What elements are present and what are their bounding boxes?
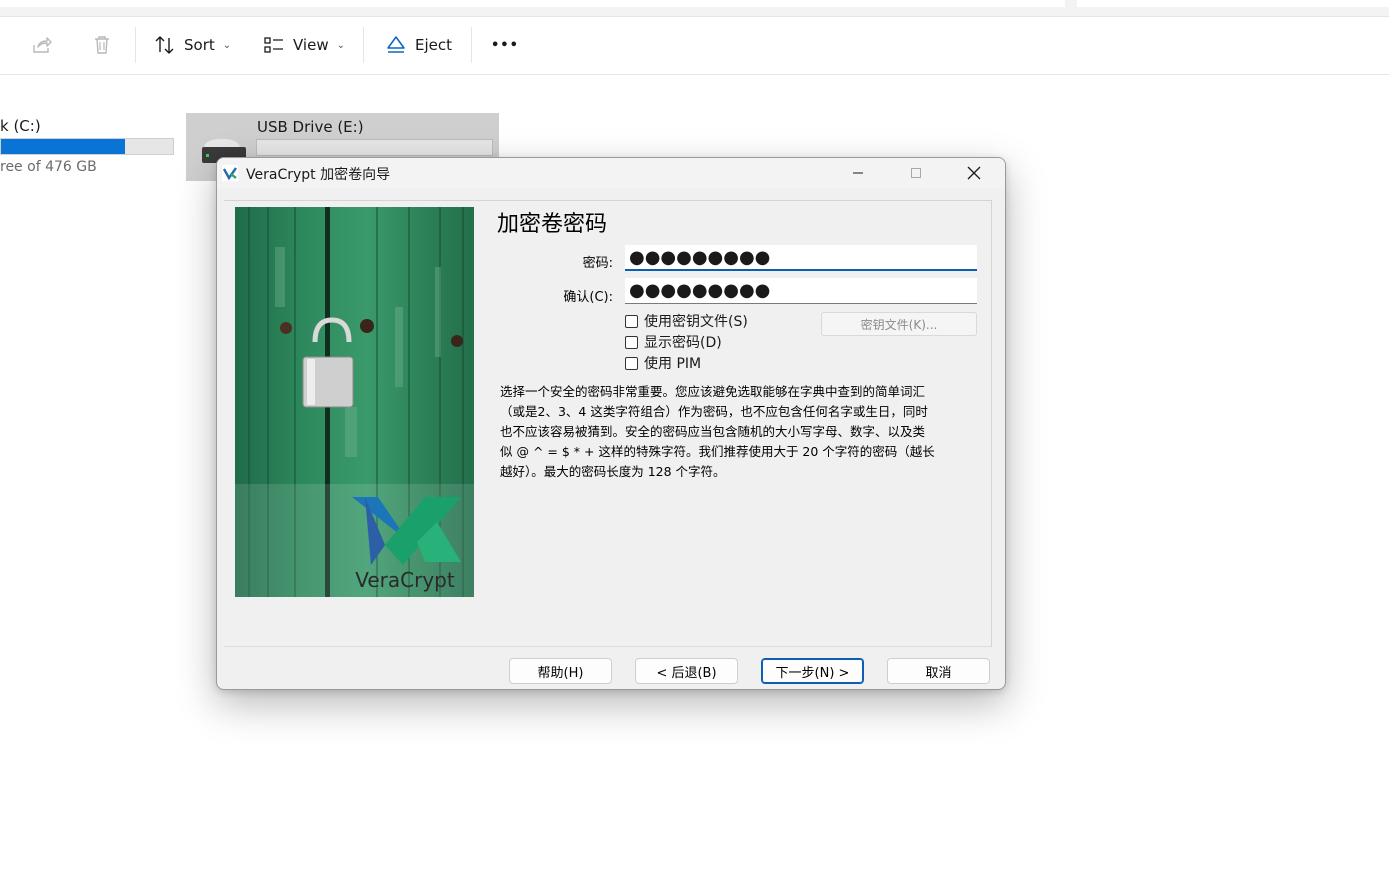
usb-drive-name: USB Drive (E:) xyxy=(257,118,364,136)
wizard-side-image: VeraCrypt xyxy=(235,207,474,597)
wizard-heading: 加密卷密码 xyxy=(497,212,608,237)
toolbar-separator xyxy=(363,27,364,63)
sort-label: Sort xyxy=(184,36,215,54)
guidance-line: （或是2、3、4 这类字符组合）作为密码，也不应包含任何名字或生日，同时 xyxy=(500,404,928,419)
guidance-line: 似 @ ^ = $ * + 这样的特殊字符。我们推荐使用大于 20 个字符的密码… xyxy=(500,444,935,459)
dialog-titlebar[interactable]: VeraCrypt 加密卷向导 xyxy=(217,158,1005,188)
view-button[interactable]: View ⌄ xyxy=(263,29,345,61)
password-value: ●●●●●●●●● xyxy=(629,246,771,268)
close-button[interactable] xyxy=(945,158,1003,188)
veracrypt-logo-icon xyxy=(222,165,238,181)
maximize-icon xyxy=(911,168,921,178)
eject-button[interactable]: Eject xyxy=(385,29,452,61)
drive-c-usage-fill xyxy=(1,139,125,154)
guidance-line: 选择一个安全的密码非常重要。您应该避免选取能够在字典中查到的简单词汇 xyxy=(500,384,926,399)
chevron-down-icon: ⌄ xyxy=(222,39,232,51)
view-label: View xyxy=(293,36,329,54)
help-button[interactable]: 帮助(H) xyxy=(509,658,612,684)
footer-separator xyxy=(224,646,991,647)
address-bar[interactable] xyxy=(0,0,1065,7)
confirm-password-label: 确认(C): xyxy=(563,290,613,305)
dialog-title: VeraCrypt 加密卷向导 xyxy=(246,167,391,183)
usb-drive-usage-bar xyxy=(256,139,493,156)
trash-icon[interactable] xyxy=(90,33,114,57)
minimize-icon xyxy=(853,172,863,174)
use-keyfiles-label: 使用密钥文件(S) xyxy=(644,314,748,330)
veracrypt-brand-text: VeraCrypt xyxy=(355,568,455,592)
toolbar-separator xyxy=(135,27,136,63)
toolbar-separator xyxy=(471,27,472,63)
command-bar: Sort ⌄ View ⌄ Eject ••• xyxy=(0,17,1389,75)
close-icon xyxy=(967,166,981,180)
checkbox-box[interactable] xyxy=(625,314,638,328)
show-password-label: 显示密码(D) xyxy=(644,335,722,351)
use-keyfiles-checkbox[interactable]: 使用密钥文件(S) xyxy=(625,311,748,331)
password-field[interactable]: ●●●●●●●●● xyxy=(625,245,977,271)
confirm-password-field[interactable]: ●●●●●●●●● xyxy=(625,278,977,304)
search-box[interactable] xyxy=(1077,0,1389,7)
maximize-button[interactable] xyxy=(887,158,945,188)
more-icon: ••• xyxy=(491,37,519,53)
drive-c-name[interactable]: k (C:) xyxy=(0,117,41,135)
sort-button[interactable]: Sort ⌄ xyxy=(154,29,231,61)
next-button[interactable]: 下一步(N) > xyxy=(761,658,864,684)
minimize-button[interactable] xyxy=(829,158,887,188)
keyfiles-button[interactable]: 密钥文件(K)... xyxy=(821,312,977,336)
use-pim-label: 使用 PIM xyxy=(644,356,702,372)
address-bar-strip xyxy=(0,0,1389,17)
sort-icon xyxy=(155,36,174,54)
password-label: 密码: xyxy=(582,256,613,271)
guidance-line: 也不应该容易被猜到。安全的密码应当包含随机的大小写字母、数字、以及类 xyxy=(500,424,926,439)
eject-label: Eject xyxy=(415,36,453,54)
back-button[interactable]: < 后退(B) xyxy=(635,658,738,684)
eject-icon xyxy=(387,36,405,53)
chevron-down-icon: ⌄ xyxy=(336,39,345,51)
guidance-line: 越好）。最大的密码长度为 128 个字符。 xyxy=(500,464,726,479)
show-password-checkbox[interactable]: 显示密码(D) xyxy=(625,332,722,352)
drive-c-usage-bar xyxy=(0,138,174,155)
checkbox-box[interactable] xyxy=(625,335,638,349)
share-icon[interactable] xyxy=(30,33,54,57)
view-icon xyxy=(264,37,283,53)
veracrypt-wizard-dialog: VeraCrypt 加密卷向导 VeraCrypt 加密卷密码 密码: ●●●●… xyxy=(216,157,1006,690)
use-pim-checkbox[interactable]: 使用 PIM xyxy=(625,353,701,373)
checkbox-box[interactable] xyxy=(625,356,638,370)
drive-c-free-space: ree of 476 GB xyxy=(0,159,97,175)
more-options-button[interactable]: ••• xyxy=(491,29,519,61)
cancel-button[interactable]: 取消 xyxy=(887,658,990,684)
password-guidance-text: 选择一个安全的密码非常重要。您应该避免选取能够在字典中查到的简单词汇 （或是2、… xyxy=(500,382,980,482)
confirm-password-value: ●●●●●●●●● xyxy=(629,280,771,301)
